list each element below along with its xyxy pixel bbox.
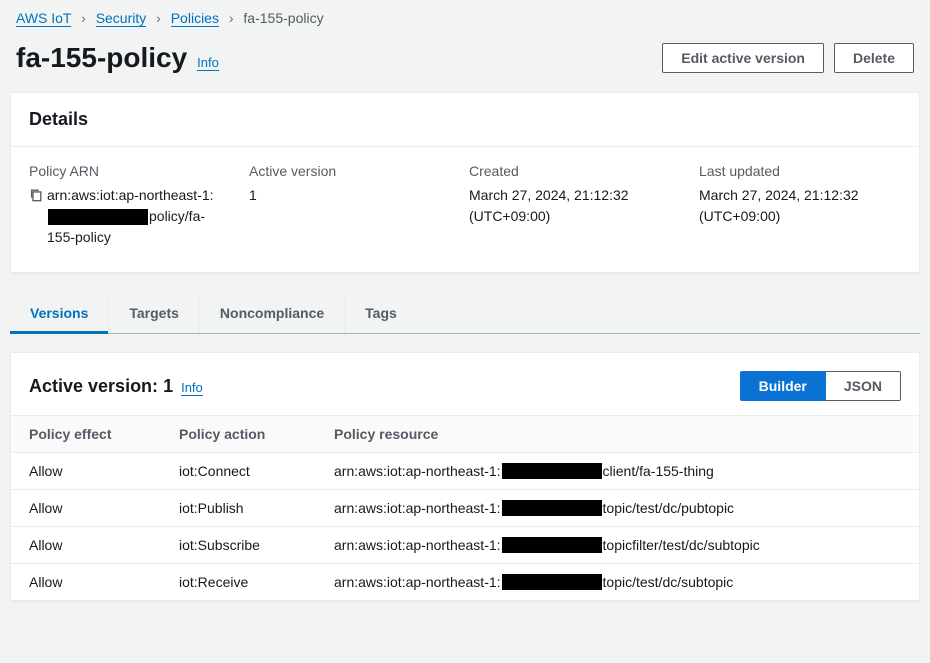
col-header-action: Policy action [161, 416, 316, 453]
active-version-title: Active version: 1 [29, 376, 173, 397]
page-header: fa-155-policy Info Edit active version D… [0, 32, 930, 92]
cell-effect: Allow [11, 527, 161, 564]
cell-effect: Allow [11, 564, 161, 601]
arn-value: arn:aws:iot:ap-northeast-1:xxxxxxxxxxpol… [29, 185, 229, 248]
cell-action: iot:Receive [161, 564, 316, 601]
view-mode-toggle: Builder JSON [740, 371, 901, 401]
cell-resource: arn:aws:iot:ap-northeast-1:xxxxxxxxxxtop… [316, 564, 919, 601]
breadcrumb-link-policies[interactable]: Policies [171, 10, 219, 27]
policy-statements-table: Policy effect Policy action Policy resou… [11, 415, 919, 600]
active-version-panel: Active version: 1 Info Builder JSON Poli… [10, 352, 920, 601]
breadcrumb: AWS IoT › Security › Policies › fa-155-p… [0, 0, 930, 32]
cell-resource: arn:aws:iot:ap-northeast-1:xxxxxxxxxxcli… [316, 453, 919, 490]
delete-button[interactable]: Delete [834, 43, 914, 73]
builder-toggle-button[interactable]: Builder [740, 371, 826, 401]
cell-resource: arn:aws:iot:ap-northeast-1:xxxxxxxxxxtop… [316, 490, 919, 527]
redacted-account-id: xxxxxxxxxx [502, 500, 602, 516]
cell-resource: arn:aws:iot:ap-northeast-1:xxxxxxxxxxtop… [316, 527, 919, 564]
chevron-right-icon: › [81, 10, 86, 26]
table-row: Allowiot:Subscribearn:aws:iot:ap-northea… [11, 527, 919, 564]
cell-action: iot:Connect [161, 453, 316, 490]
tab-versions[interactable]: Versions [10, 293, 109, 333]
cell-action: iot:Publish [161, 490, 316, 527]
info-link[interactable]: Info [197, 55, 219, 71]
updated-label: Last updated [699, 163, 881, 179]
breadcrumb-current: fa-155-policy [243, 10, 323, 26]
tab-noncompliance[interactable]: Noncompliance [200, 293, 345, 333]
table-row: Allowiot:Publisharn:aws:iot:ap-northeast… [11, 490, 919, 527]
redacted-account-id: xxxxxxxxxx [502, 537, 602, 553]
col-header-resource: Policy resource [316, 416, 919, 453]
edit-active-version-button[interactable]: Edit active version [662, 43, 824, 73]
breadcrumb-link-awsiot[interactable]: AWS IoT [16, 10, 71, 27]
copy-icon[interactable] [29, 188, 43, 202]
col-header-effect: Policy effect [11, 416, 161, 453]
details-heading: Details [29, 109, 901, 130]
cell-effect: Allow [11, 453, 161, 490]
redacted-account-id: xxxxxxxxxx [502, 463, 602, 479]
created-value: March 27, 2024, 21:12:32 (UTC+09:00) [469, 185, 679, 227]
active-version-value: 1 [249, 185, 449, 206]
redacted-account-id: xxxxxxxxxx [48, 209, 148, 225]
page-title: fa-155-policy [16, 42, 187, 74]
tab-tags[interactable]: Tags [345, 293, 417, 333]
active-version-label: Active version [249, 163, 449, 179]
tab-bar: Versions Targets Noncompliance Tags [10, 293, 920, 334]
cell-effect: Allow [11, 490, 161, 527]
chevron-right-icon: › [156, 10, 161, 26]
cell-action: iot:Subscribe [161, 527, 316, 564]
breadcrumb-link-security[interactable]: Security [96, 10, 147, 27]
table-row: Allowiot:Receivearn:aws:iot:ap-northeast… [11, 564, 919, 601]
created-label: Created [469, 163, 679, 179]
chevron-right-icon: › [229, 10, 234, 26]
info-link-version[interactable]: Info [181, 380, 203, 396]
table-row: Allowiot:Connectarn:aws:iot:ap-northeast… [11, 453, 919, 490]
updated-value: March 27, 2024, 21:12:32 (UTC+09:00) [699, 185, 881, 227]
tab-targets[interactable]: Targets [109, 293, 200, 333]
json-toggle-button[interactable]: JSON [826, 371, 901, 401]
details-panel: Details Policy ARN arn:aws:iot:ap-northe… [10, 92, 920, 273]
arn-label: Policy ARN [29, 163, 229, 179]
redacted-account-id: xxxxxxxxxx [502, 574, 602, 590]
